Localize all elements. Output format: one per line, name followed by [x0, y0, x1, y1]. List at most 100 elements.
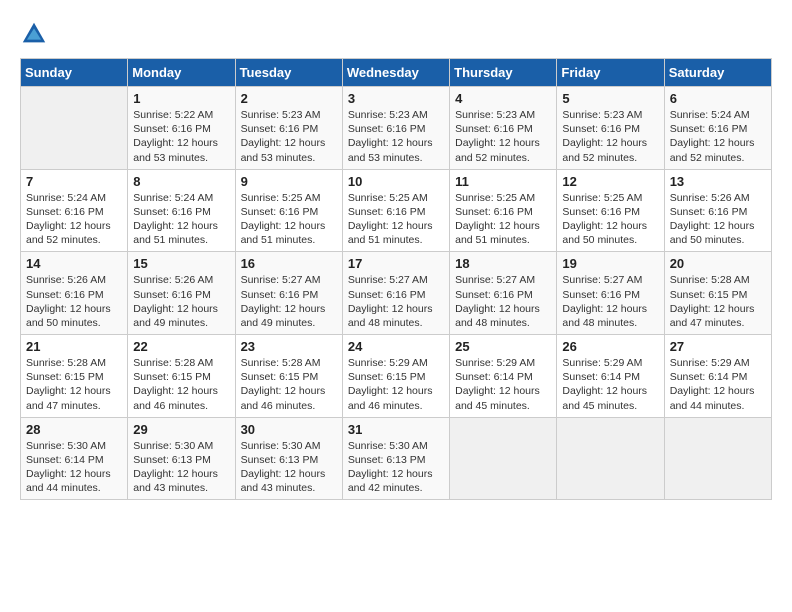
week-row-5: 28Sunrise: 5:30 AMSunset: 6:14 PMDayligh… [21, 417, 772, 500]
calendar-cell: 30 Sunrise: 5:30 AMSunset: 6:13 PMDayligh… [235, 417, 342, 500]
calendar-cell: 24 Sunrise: 5:29 AMSunset: 6:15 PMDayligh… [342, 335, 449, 418]
day-number: 12 [562, 174, 658, 189]
calendar-cell: 27 Sunrise: 5:29 AMSunset: 6:14 PMDayligh… [664, 335, 771, 418]
day-number: 31 [348, 422, 444, 437]
day-number: 27 [670, 339, 766, 354]
day-number: 25 [455, 339, 551, 354]
week-row-3: 14 Sunrise: 5:26 AMSunset: 6:16 PMDayligh… [21, 252, 772, 335]
day-number: 1 [133, 91, 229, 106]
calendar-cell: 31Sunrise: 5:30 AMSunset: 6:13 PMDayligh… [342, 417, 449, 500]
cell-info: Sunrise: 5:27 AMSunset: 6:16 PMDaylight:… [455, 273, 551, 330]
calendar-cell: 7 Sunrise: 5:24 AMSunset: 6:16 PMDaylight… [21, 169, 128, 252]
calendar-cell: 15Sunrise: 5:26 AMSunset: 6:16 PMDayligh… [128, 252, 235, 335]
calendar-cell: 2 Sunrise: 5:23 AMSunset: 6:16 PMDaylight… [235, 87, 342, 170]
week-row-1: 1 Sunrise: 5:22 AMSunset: 6:16 PMDaylight… [21, 87, 772, 170]
day-header-tuesday: Tuesday [235, 59, 342, 87]
calendar-cell [21, 87, 128, 170]
day-number: 10 [348, 174, 444, 189]
calendar-table: SundayMondayTuesdayWednesdayThursdayFrid… [20, 58, 772, 500]
cell-info: Sunrise: 5:28 AMSunset: 6:15 PMDaylight:… [670, 273, 766, 330]
calendar-cell: 17 Sunrise: 5:27 AMSunset: 6:16 PMDayligh… [342, 252, 449, 335]
day-number: 7 [26, 174, 122, 189]
logo-icon [20, 20, 48, 48]
calendar-cell: 5 Sunrise: 5:23 AMSunset: 6:16 PMDaylight… [557, 87, 664, 170]
cell-info: Sunrise: 5:28 AMSunset: 6:15 PMDaylight:… [26, 356, 122, 413]
cell-info: Sunrise: 5:24 AMSunset: 6:16 PMDaylight:… [26, 191, 122, 248]
cell-info: Sunrise: 5:24 AMSunset: 6:16 PMDaylight:… [670, 108, 766, 165]
cell-info: Sunrise: 5:29 AMSunset: 6:14 PMDaylight:… [562, 356, 658, 413]
calendar-cell: 6 Sunrise: 5:24 AMSunset: 6:16 PMDaylight… [664, 87, 771, 170]
day-number: 9 [241, 174, 337, 189]
day-number: 6 [670, 91, 766, 106]
calendar-cell: 4 Sunrise: 5:23 AMSunset: 6:16 PMDaylight… [450, 87, 557, 170]
day-number: 4 [455, 91, 551, 106]
day-number: 17 [348, 256, 444, 271]
calendar-cell: 12Sunrise: 5:25 AMSunset: 6:16 PMDayligh… [557, 169, 664, 252]
day-number: 30 [241, 422, 337, 437]
day-number: 5 [562, 91, 658, 106]
calendar-cell: 26 Sunrise: 5:29 AMSunset: 6:14 PMDayligh… [557, 335, 664, 418]
cell-info: Sunrise: 5:25 AMSunset: 6:16 PMDaylight:… [241, 191, 337, 248]
day-number: 24 [348, 339, 444, 354]
calendar-cell [664, 417, 771, 500]
calendar-cell: 11 Sunrise: 5:25 AMSunset: 6:16 PMDayligh… [450, 169, 557, 252]
day-number: 28 [26, 422, 122, 437]
day-number: 8 [133, 174, 229, 189]
day-header-saturday: Saturday [664, 59, 771, 87]
cell-info: Sunrise: 5:29 AMSunset: 6:15 PMDaylight:… [348, 356, 444, 413]
calendar-cell: 1 Sunrise: 5:22 AMSunset: 6:16 PMDaylight… [128, 87, 235, 170]
cell-info: Sunrise: 5:23 AMSunset: 6:16 PMDaylight:… [455, 108, 551, 165]
calendar-cell: 19 Sunrise: 5:27 AMSunset: 6:16 PMDayligh… [557, 252, 664, 335]
day-number: 20 [670, 256, 766, 271]
calendar-cell: 20 Sunrise: 5:28 AMSunset: 6:15 PMDayligh… [664, 252, 771, 335]
day-number: 11 [455, 174, 551, 189]
cell-info: Sunrise: 5:29 AMSunset: 6:14 PMDaylight:… [670, 356, 766, 413]
cell-info: Sunrise: 5:30 AMSunset: 6:13 PMDaylight:… [133, 439, 229, 496]
cell-info: Sunrise: 5:27 AMSunset: 6:16 PMDaylight:… [241, 273, 337, 330]
calendar-cell: 22 Sunrise: 5:28 AMSunset: 6:15 PMDayligh… [128, 335, 235, 418]
calendar-cell: 3Sunrise: 5:23 AMSunset: 6:16 PMDaylight… [342, 87, 449, 170]
cell-info: Sunrise: 5:27 AMSunset: 6:16 PMDaylight:… [562, 273, 658, 330]
calendar-cell: 8 Sunrise: 5:24 AMSunset: 6:16 PMDaylight… [128, 169, 235, 252]
day-number: 2 [241, 91, 337, 106]
calendar-cell: 10 Sunrise: 5:25 AMSunset: 6:16 PMDayligh… [342, 169, 449, 252]
cell-info: Sunrise: 5:23 AMSunset: 6:16 PMDaylight:… [241, 108, 337, 165]
day-number: 16 [241, 256, 337, 271]
calendar-cell: 18 Sunrise: 5:27 AMSunset: 6:16 PMDayligh… [450, 252, 557, 335]
day-number: 3 [348, 91, 444, 106]
day-number: 29 [133, 422, 229, 437]
cell-info: Sunrise: 5:23 AMSunset: 6:16 PMDaylight:… [562, 108, 658, 165]
day-header-monday: Monday [128, 59, 235, 87]
cell-info: Sunrise: 5:24 AMSunset: 6:16 PMDaylight:… [133, 191, 229, 248]
day-number: 19 [562, 256, 658, 271]
calendar-cell: 29 Sunrise: 5:30 AMSunset: 6:13 PMDayligh… [128, 417, 235, 500]
cell-info: Sunrise: 5:26 AMSunset: 6:16 PMDaylight:… [670, 191, 766, 248]
calendar-cell: 16 Sunrise: 5:27 AMSunset: 6:16 PMDayligh… [235, 252, 342, 335]
calendar-cell: 28Sunrise: 5:30 AMSunset: 6:14 PMDayligh… [21, 417, 128, 500]
day-number: 21 [26, 339, 122, 354]
day-number: 22 [133, 339, 229, 354]
calendar-cell: 23Sunrise: 5:28 AMSunset: 6:15 PMDayligh… [235, 335, 342, 418]
day-header-friday: Friday [557, 59, 664, 87]
calendar-cell: 13 Sunrise: 5:26 AMSunset: 6:16 PMDayligh… [664, 169, 771, 252]
header [20, 20, 772, 48]
cell-info: Sunrise: 5:27 AMSunset: 6:16 PMDaylight:… [348, 273, 444, 330]
cell-info: Sunrise: 5:25 AMSunset: 6:16 PMDaylight:… [455, 191, 551, 248]
calendar-cell: 21 Sunrise: 5:28 AMSunset: 6:15 PMDayligh… [21, 335, 128, 418]
cell-info: Sunrise: 5:26 AMSunset: 6:16 PMDaylight:… [133, 273, 229, 330]
calendar-cell [450, 417, 557, 500]
day-number: 18 [455, 256, 551, 271]
day-number: 26 [562, 339, 658, 354]
cell-info: Sunrise: 5:30 AMSunset: 6:13 PMDaylight:… [241, 439, 337, 496]
header-row: SundayMondayTuesdayWednesdayThursdayFrid… [21, 59, 772, 87]
cell-info: Sunrise: 5:25 AMSunset: 6:16 PMDaylight:… [348, 191, 444, 248]
day-number: 14 [26, 256, 122, 271]
cell-info: Sunrise: 5:22 AMSunset: 6:16 PMDaylight:… [133, 108, 229, 165]
calendar-cell: 9 Sunrise: 5:25 AMSunset: 6:16 PMDaylight… [235, 169, 342, 252]
day-header-wednesday: Wednesday [342, 59, 449, 87]
cell-info: Sunrise: 5:29 AMSunset: 6:14 PMDaylight:… [455, 356, 551, 413]
day-number: 13 [670, 174, 766, 189]
cell-info: Sunrise: 5:28 AMSunset: 6:15 PMDaylight:… [133, 356, 229, 413]
calendar-cell: 14Sunrise: 5:26 AMSunset: 6:16 PMDayligh… [21, 252, 128, 335]
day-header-thursday: Thursday [450, 59, 557, 87]
